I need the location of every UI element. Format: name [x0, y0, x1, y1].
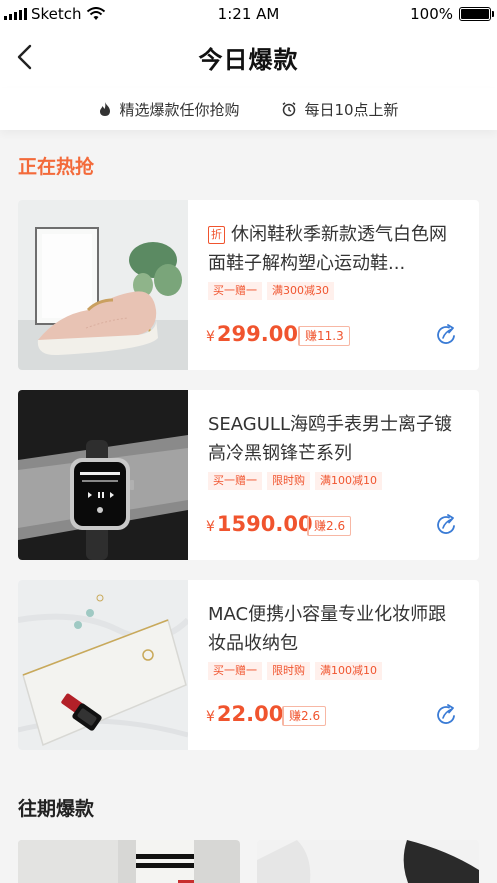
battery-icon	[459, 7, 494, 21]
status-bar: Sketch 1:21 AM 100%	[0, 0, 497, 28]
sub-bar: 精选爆款任你抢购 每日10点上新	[0, 88, 497, 130]
product-card[interactable]: SEAGULL海鸥手表男士离子镀高冷黑钢锋芒系列 买一赠一 限时购 满100减1…	[18, 390, 479, 560]
past-product-image-sock[interactable]	[18, 840, 240, 883]
product-image-cosmetic-bag[interactable]	[18, 580, 188, 750]
past-product-image-fashion[interactable]	[257, 840, 479, 883]
discount-badge: 折	[208, 226, 225, 244]
currency-symbol: ¥	[206, 709, 215, 725]
promo-tag: 满300减30	[267, 282, 334, 300]
section-title-past: 往期爆款	[18, 798, 95, 820]
flame-icon	[100, 102, 111, 116]
share-icon[interactable]	[435, 703, 459, 727]
sub-right-text: 每日10点上新	[304, 100, 399, 119]
product-card[interactable]: 折休闲鞋秋季新款透气白色网面鞋子解构塑心运动鞋... 买一赠一 满300减30 …	[18, 200, 479, 370]
product-price: ¥22.00	[206, 702, 283, 726]
product-title[interactable]: 折休闲鞋秋季新款透气白色网面鞋子解构塑心运动鞋...	[208, 220, 464, 278]
promo-tags: 买一赠一 限时购 满100减10	[208, 662, 382, 680]
product-price: ¥1590.00	[206, 512, 313, 536]
product-image-watch[interactable]	[18, 390, 188, 560]
promo-tag: 买一赠一	[208, 282, 262, 300]
price-value: 299.00	[216, 322, 298, 346]
currency-symbol: ¥	[206, 329, 215, 345]
section-title-hot: 正在热抢	[18, 156, 95, 178]
battery-label: 100%	[410, 5, 453, 23]
product-image-sneakers[interactable]	[18, 200, 188, 370]
promo-tags: 买一赠一 限时购 满100减10	[208, 472, 382, 490]
promo-tag: 满100减10	[315, 662, 382, 680]
product-title[interactable]: MAC便携小容量专业化妆师跟妆品收纳包	[208, 600, 464, 658]
earn-badge: 赚11.3	[298, 326, 350, 346]
sub-left-text: 精选爆款任你抢购	[119, 100, 240, 119]
promo-tag: 限时购	[267, 472, 310, 490]
product-card[interactable]: MAC便携小容量专业化妆师跟妆品收纳包 买一赠一 限时购 满100减10 ¥22…	[18, 580, 479, 750]
promo-tag: 买一赠一	[208, 662, 262, 680]
share-icon[interactable]	[435, 323, 459, 347]
product-price: ¥299.00	[206, 322, 298, 346]
product-title[interactable]: SEAGULL海鸥手表男士离子镀高冷黑钢锋芒系列	[208, 410, 464, 468]
earn-badge: 赚2.6	[307, 516, 352, 536]
share-icon[interactable]	[435, 513, 459, 537]
status-right: 100%	[410, 5, 494, 23]
earn-badge: 赚2.6	[282, 706, 327, 726]
product-title-text: 休闲鞋秋季新款透气白色网面鞋子解构塑心运动鞋...	[208, 224, 447, 274]
sub-item-schedule: 每日10点上新	[281, 99, 399, 120]
currency-symbol: ¥	[206, 519, 215, 535]
sub-item-selected: 精选爆款任你抢购	[98, 99, 239, 120]
promo-tag: 限时购	[267, 662, 310, 680]
promo-tag: 满100减10	[315, 472, 382, 490]
price-value: 22.00	[216, 702, 284, 726]
price-value: 1590.00	[216, 512, 313, 536]
alarm-clock-icon	[282, 102, 296, 117]
nav-bar: 今日爆款	[0, 28, 497, 88]
page-title: 今日爆款	[198, 46, 299, 74]
promo-tag: 买一赠一	[208, 472, 262, 490]
promo-tags: 买一赠一 满300减30	[208, 282, 334, 300]
